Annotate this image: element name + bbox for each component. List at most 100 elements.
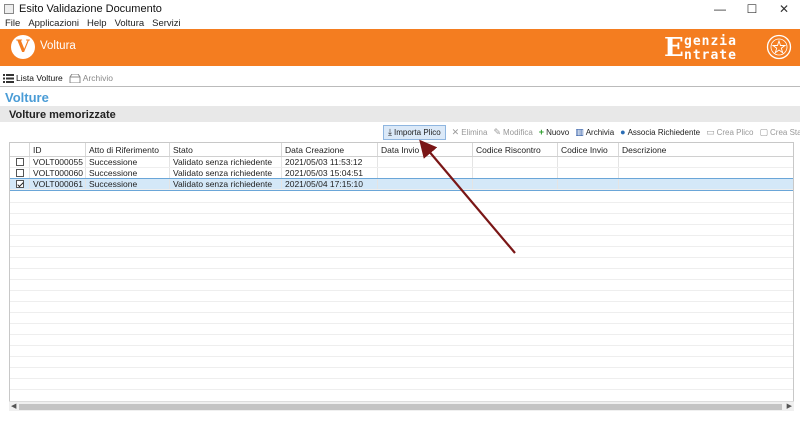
plus-icon: + — [538, 127, 545, 137]
cell-codice-riscontro — [473, 168, 558, 178]
page-heading: Volture — [5, 90, 49, 105]
archivia-button[interactable]: ▥ Archivia — [575, 127, 614, 138]
document-icon: ▭ — [706, 126, 715, 137]
scroll-left-icon[interactable]: ◀ — [11, 402, 16, 410]
cell-codice-riscontro — [473, 179, 558, 189]
header-descrizione[interactable]: Descrizione — [619, 143, 793, 156]
nuovo-button[interactable]: + Nuovo — [539, 127, 569, 137]
crea-plico-button[interactable]: ▭ Crea Plico — [706, 127, 753, 138]
header-id[interactable]: ID — [30, 143, 86, 156]
window-controls: — ☐ ✕ — [704, 0, 800, 18]
section-band — [0, 106, 800, 122]
grid-toolbar: ⤓ Importa Plico ✕ Elimina ✎ Modifica + N… — [383, 124, 800, 140]
row-checkbox-cell[interactable] — [10, 168, 30, 178]
agenzia-entrate-logo: E genzia ntrate — [664, 32, 764, 64]
cell-data-invio — [378, 157, 473, 167]
cell-codice-invio — [558, 157, 619, 167]
importa-plico-button[interactable]: ⤓ Importa Plico — [383, 124, 446, 140]
grid-line — [10, 235, 793, 236]
grid-line — [10, 213, 793, 214]
app-icon — [4, 4, 14, 14]
title-bar: Esito Validazione Documento — ☐ ✕ — [0, 0, 800, 18]
grid-line — [10, 268, 793, 269]
cell-descrizione — [619, 179, 793, 189]
grid-line — [10, 202, 793, 203]
cell-id: VOLT000055 — [30, 157, 86, 167]
download-icon: ⤓ — [388, 126, 392, 137]
header-codice-riscontro[interactable]: Codice Riscontro — [473, 143, 558, 156]
cell-atto: Successione — [86, 168, 170, 178]
header-atto[interactable]: Atto di Riferimento — [86, 143, 170, 156]
window-title: Esito Validazione Documento — [19, 3, 162, 15]
header-codice-invio[interactable]: Codice Invio — [558, 143, 619, 156]
grid-line — [10, 312, 793, 313]
modifica-button[interactable]: ✎ Modifica — [493, 127, 532, 138]
menu-applicazioni[interactable]: Applicazioni — [28, 18, 79, 29]
header-data-creazione[interactable]: Data Creazione — [282, 143, 378, 156]
cell-codice-invio — [558, 179, 619, 189]
cell-descrizione — [619, 157, 793, 167]
grid-header: ID Atto di Riferimento Stato Data Creazi… — [10, 143, 793, 157]
row-checkbox-checked[interactable] — [15, 180, 24, 188]
row-checkbox[interactable] — [15, 158, 24, 166]
table-row[interactable]: VOLT000055 Successione Validato senza ri… — [10, 157, 793, 168]
agenzia-logo-line2: ntrate — [684, 48, 737, 63]
nuovo-label: Nuovo — [546, 127, 570, 137]
horizontal-scrollbar[interactable]: ◀ ▶ — [9, 401, 794, 411]
table-row[interactable]: VOLT000060 Successione Validato senza ri… — [10, 168, 793, 179]
scroll-right-icon[interactable]: ▶ — [787, 402, 792, 410]
elimina-button[interactable]: ✕ Elimina — [452, 127, 488, 138]
tab-lista-volture-label: Lista Volture — [16, 73, 63, 83]
modifica-label: Modifica — [503, 127, 533, 137]
header-stato[interactable]: Stato — [170, 143, 282, 156]
cell-data-creazione: 2021/05/03 15:04:51 — [282, 168, 378, 178]
associa-richiedente-label: Associa Richiedente — [627, 127, 701, 137]
grid-line — [10, 257, 793, 258]
emblem-icon — [766, 34, 792, 60]
crea-stampa-button[interactable]: ▢ Crea Stampa — [760, 127, 800, 138]
grid-line — [10, 224, 793, 225]
volture-grid: ID Atto di Riferimento Stato Data Creazi… — [9, 142, 794, 410]
agenzia-logo-line1: genzia — [684, 34, 737, 49]
grid-line — [10, 334, 793, 335]
crea-plico-label: Crea Plico — [716, 127, 754, 137]
menu-file[interactable]: File — [5, 18, 20, 29]
cell-atto: Successione — [86, 179, 170, 189]
grid-line — [10, 290, 793, 291]
grid-line — [10, 323, 793, 324]
row-checkbox[interactable] — [15, 169, 24, 177]
menu-servizi[interactable]: Servizi — [152, 18, 181, 29]
tab-lista-volture[interactable]: Lista Volture — [0, 70, 66, 86]
associa-richiedente-button[interactable]: ● Associa Richiedente — [620, 127, 700, 137]
agenzia-logo-e: E — [664, 33, 684, 63]
cell-data-creazione: 2021/05/03 11:53:12 — [282, 157, 378, 167]
menu-voltura[interactable]: Voltura — [115, 18, 145, 29]
books-icon: ▥ — [575, 126, 584, 137]
minimize-button[interactable]: — — [704, 0, 736, 18]
user-info-icon: ● — [620, 127, 626, 137]
grid-line — [10, 246, 793, 247]
scrollbar-thumb[interactable] — [19, 404, 782, 410]
banner-label: Voltura — [40, 40, 76, 52]
grid-line — [10, 356, 793, 357]
close-button[interactable]: ✕ — [768, 0, 800, 18]
list-icon — [3, 73, 14, 83]
maximize-button[interactable]: ☐ — [736, 0, 768, 18]
header-data-invio[interactable]: Data Invio — [378, 143, 473, 156]
pencil-icon: ✎ — [493, 126, 501, 137]
cell-codice-riscontro — [473, 157, 558, 167]
row-checkbox-cell[interactable] — [10, 179, 30, 189]
table-row-selected[interactable]: VOLT000061 Successione Validato senza ri… — [10, 178, 793, 191]
cell-stato: Validato senza richiedente — [170, 179, 282, 189]
archivia-label: Archivia — [585, 127, 615, 137]
row-checkbox-cell[interactable] — [10, 157, 30, 167]
importa-plico-label: Importa Plico — [393, 127, 441, 137]
tab-archivio[interactable]: Archivio — [66, 70, 116, 86]
elimina-label: Elimina — [461, 127, 488, 137]
menu-help[interactable]: Help — [87, 18, 107, 29]
cell-atto: Successione — [86, 157, 170, 167]
cell-data-invio — [378, 168, 473, 178]
voltura-logo: V — [11, 35, 35, 59]
tab-divider — [0, 86, 800, 87]
cell-stato: Validato senza richiedente — [170, 168, 282, 178]
